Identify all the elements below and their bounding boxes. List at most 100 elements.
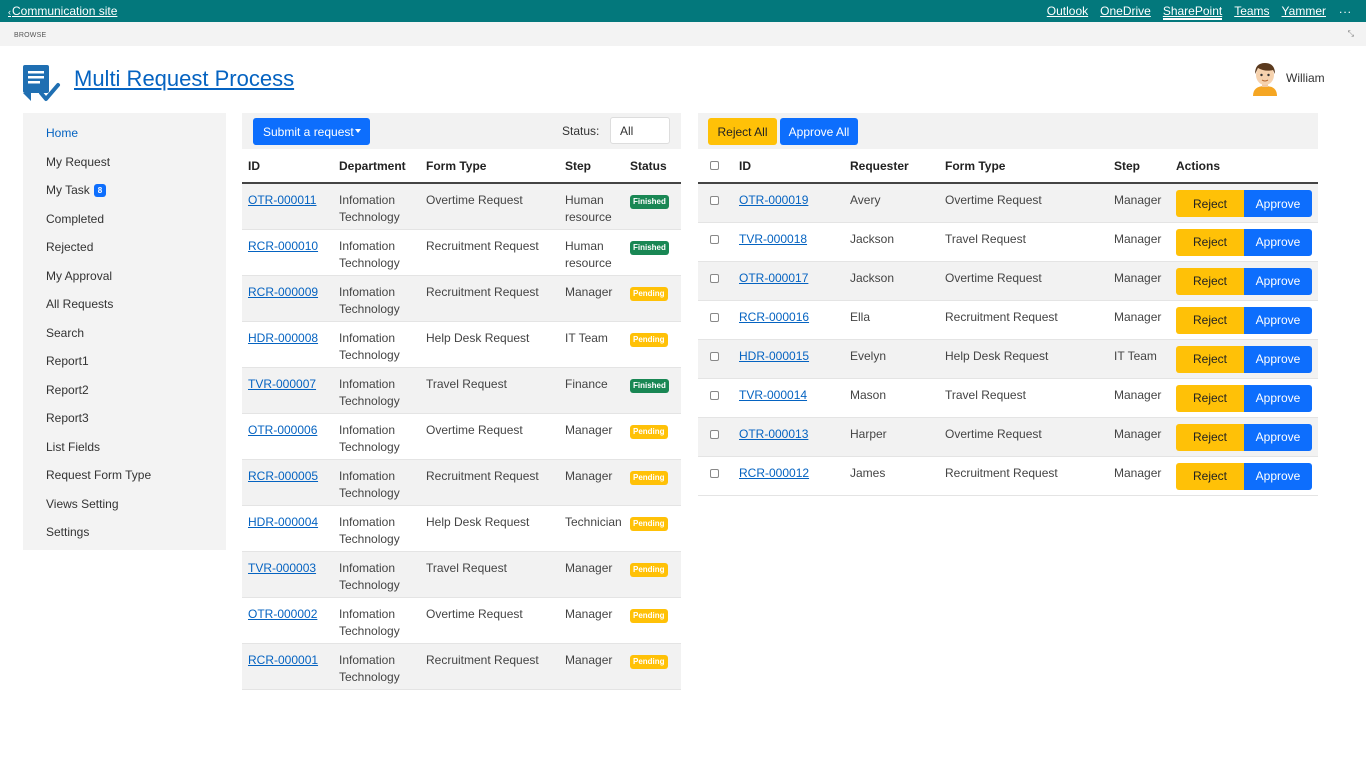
sidebar-item-settings[interactable]: Settings bbox=[23, 518, 226, 547]
form-type-cell: Overtime Request bbox=[939, 417, 1108, 457]
sidebar-item-views-setting[interactable]: Views Setting bbox=[23, 490, 226, 519]
table-row: OTR-000002 Infomation Technology Overtime R… bbox=[242, 597, 681, 644]
reject-all-button[interactable]: Reject All bbox=[708, 118, 777, 145]
sidebar-item-report3[interactable]: Report3 bbox=[23, 404, 226, 433]
request-id-link[interactable]: RCR-000010 bbox=[248, 239, 318, 253]
reject-button[interactable]: Reject bbox=[1176, 345, 1244, 373]
request-id-link[interactable]: OTR-000017 bbox=[739, 271, 808, 285]
approve-button[interactable]: Approve bbox=[1244, 267, 1312, 295]
page-title[interactable]: Multi Request Process bbox=[74, 66, 294, 92]
approve-button[interactable]: Approve bbox=[1244, 190, 1312, 217]
reject-button[interactable]: Reject bbox=[1176, 306, 1244, 334]
request-id-link[interactable]: OTR-000006 bbox=[248, 423, 317, 437]
user-profile[interactable]: William bbox=[1250, 60, 1325, 96]
column-header-requester[interactable]: Requester bbox=[844, 149, 939, 184]
department-cell: Infomation Technology bbox=[333, 229, 420, 276]
sidebar-item-list-fields[interactable]: List Fields bbox=[23, 433, 226, 462]
department-cell: Infomation Technology bbox=[333, 551, 420, 598]
column-header-id[interactable]: ID bbox=[733, 149, 844, 184]
select-all-checkbox[interactable] bbox=[710, 161, 719, 170]
request-id-link[interactable]: RCR-000016 bbox=[739, 310, 809, 324]
sidebar-item-my-request[interactable]: My Request bbox=[23, 148, 226, 177]
sharepoint-link[interactable]: SharePoint bbox=[1162, 4, 1223, 20]
task-count-badge: 8 bbox=[93, 183, 107, 197]
id-cell: OTR-000017 bbox=[733, 261, 844, 301]
row-checkbox[interactable] bbox=[710, 351, 719, 361]
reject-button[interactable]: Reject bbox=[1176, 228, 1244, 256]
reject-button[interactable]: Reject bbox=[1176, 190, 1244, 217]
step-cell: Manager bbox=[559, 413, 624, 460]
reject-button[interactable]: Reject bbox=[1176, 462, 1244, 490]
approve-button[interactable]: Approve bbox=[1244, 462, 1312, 490]
sidebar-item-report2[interactable]: Report2 bbox=[23, 376, 226, 405]
step-cell: Manager bbox=[559, 275, 624, 322]
row-checkbox[interactable] bbox=[710, 468, 719, 478]
row-checkbox[interactable] bbox=[710, 390, 719, 400]
status-filter-select[interactable]: All bbox=[610, 117, 670, 144]
outlook-link[interactable]: Outlook bbox=[1047, 4, 1088, 20]
onedrive-link[interactable]: OneDrive bbox=[1100, 4, 1151, 20]
column-header-step[interactable]: Step bbox=[559, 149, 624, 184]
focus-content-icon[interactable]: ⤡ bbox=[1348, 29, 1354, 39]
request-id-link[interactable]: OTR-000011 bbox=[248, 193, 316, 207]
row-checkbox[interactable] bbox=[710, 312, 719, 322]
request-id-link[interactable]: TVR-000003 bbox=[248, 561, 316, 575]
form-type-cell: Recruitment Request bbox=[420, 643, 559, 690]
sidebar-item-home[interactable]: Home bbox=[23, 119, 226, 148]
form-type-cell: Travel Request bbox=[420, 551, 559, 598]
yammer-link[interactable]: Yammer bbox=[1282, 4, 1326, 20]
id-cell: HDR-000015 bbox=[733, 339, 844, 379]
communication-site-link[interactable]: ‹Communication site bbox=[8, 4, 117, 18]
form-type-cell: Overtime Request bbox=[420, 413, 559, 460]
sidebar-item-rejected[interactable]: Rejected bbox=[23, 233, 226, 262]
column-header-step[interactable]: Step bbox=[1108, 149, 1170, 184]
status-badge: Finished bbox=[630, 240, 669, 255]
id-cell: RCR-000001 bbox=[242, 643, 333, 690]
approve-button[interactable]: Approve bbox=[1244, 423, 1312, 451]
request-id-link[interactable]: HDR-000004 bbox=[248, 515, 318, 529]
reject-button[interactable]: Reject bbox=[1176, 423, 1244, 451]
request-id-link[interactable]: OTR-000002 bbox=[248, 607, 317, 621]
approve-button[interactable]: Approve bbox=[1244, 345, 1312, 373]
reject-button[interactable]: Reject bbox=[1176, 267, 1244, 295]
teams-link[interactable]: Teams bbox=[1234, 4, 1269, 20]
row-checkbox[interactable] bbox=[710, 234, 719, 244]
request-id-link[interactable]: OTR-000019 bbox=[739, 193, 808, 207]
approve-button[interactable]: Approve bbox=[1244, 384, 1312, 412]
request-id-link[interactable]: TVR-000014 bbox=[739, 388, 807, 402]
column-header-department[interactable]: Department bbox=[333, 149, 420, 184]
request-id-link[interactable]: RCR-000012 bbox=[739, 466, 809, 480]
sidebar-item-search[interactable]: Search bbox=[23, 319, 226, 348]
request-id-link[interactable]: RCR-000005 bbox=[248, 469, 318, 483]
submit-request-button[interactable]: Submit a request bbox=[253, 118, 370, 145]
request-id-link[interactable]: RCR-000009 bbox=[248, 285, 318, 299]
browse-tab[interactable]: BROWSE bbox=[14, 32, 46, 39]
request-id-link[interactable]: RCR-000001 bbox=[248, 653, 318, 667]
approve-all-button[interactable]: Approve All bbox=[780, 118, 858, 145]
status-cell: Pending bbox=[624, 597, 681, 644]
row-checkbox[interactable] bbox=[710, 196, 719, 205]
sidebar-item-my-approval[interactable]: My Approval bbox=[23, 262, 226, 291]
row-checkbox[interactable] bbox=[710, 429, 719, 439]
column-header-form-type[interactable]: Form Type bbox=[420, 149, 559, 184]
request-id-link[interactable]: HDR-000015 bbox=[739, 349, 809, 363]
sidebar-item-report1[interactable]: Report1 bbox=[23, 347, 226, 376]
request-id-link[interactable]: HDR-000008 bbox=[248, 331, 318, 345]
reject-button[interactable]: Reject bbox=[1176, 384, 1244, 412]
column-header-id[interactable]: ID bbox=[242, 149, 333, 184]
approve-button[interactable]: Approve bbox=[1244, 306, 1312, 334]
approve-button[interactable]: Approve bbox=[1244, 228, 1312, 256]
more-icon[interactable]: ... bbox=[1339, 2, 1352, 16]
row-checkbox[interactable] bbox=[710, 273, 719, 283]
request-id-link[interactable]: TVR-000018 bbox=[739, 232, 807, 246]
sidebar-item-my-task[interactable]: My Task 8 bbox=[23, 176, 226, 205]
column-header-status[interactable]: Status bbox=[624, 149, 681, 184]
column-header-form-type[interactable]: Form Type bbox=[939, 149, 1108, 184]
sidebar-item-all-requests[interactable]: All Requests bbox=[23, 290, 226, 319]
sidebar-item-request-form-type[interactable]: Request Form Type bbox=[23, 461, 226, 490]
request-id-link[interactable]: OTR-000013 bbox=[739, 427, 808, 441]
request-id-link[interactable]: TVR-000007 bbox=[248, 377, 316, 391]
status-badge: Pending bbox=[630, 286, 668, 301]
actions-cell: Reject Approve bbox=[1170, 222, 1318, 262]
sidebar-item-completed[interactable]: Completed bbox=[23, 205, 226, 234]
